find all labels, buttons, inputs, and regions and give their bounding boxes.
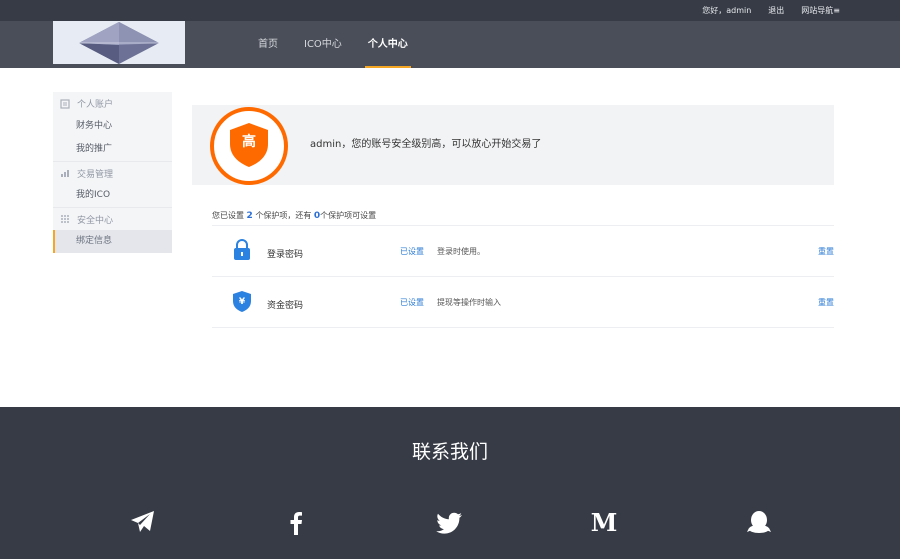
site-logo[interactable] bbox=[53, 21, 185, 64]
summary-set-count: 2 bbox=[246, 211, 253, 221]
list-item: 登录密码 已设置 登录时使用。 重置 bbox=[212, 226, 834, 277]
logout-link[interactable]: 退出 bbox=[768, 5, 784, 16]
svg-text:M: M bbox=[591, 508, 618, 536]
chart-icon bbox=[60, 168, 70, 178]
main-header: 首页 ICO中心 个人中心 bbox=[0, 21, 900, 68]
main-nav: 首页 ICO中心 个人中心 bbox=[258, 21, 434, 68]
security-item-desc: 提现等操作时输入 bbox=[437, 298, 501, 307]
document-icon bbox=[60, 98, 70, 109]
sidebar-group-account: 个人账户 bbox=[53, 92, 172, 115]
summary-suffix: 个保护项可设置 bbox=[320, 211, 377, 220]
footer: 联系我们 M bbox=[0, 407, 900, 559]
summary-prefix: 您已设置 bbox=[212, 211, 244, 220]
reset-fund-password-link[interactable]: 重置 bbox=[818, 297, 834, 308]
sidebar-group-label: 交易管理 bbox=[77, 169, 114, 180]
sidebar-item-my-ico[interactable]: 我的ICO bbox=[53, 184, 172, 207]
sidebar: 个人账户 财务中心 我的推广 交易管理 我的ICO 安全中心 绑定信息 bbox=[53, 92, 172, 253]
security-message: admin，您的账号安全级别高，可以放心开始交易了 bbox=[310, 139, 542, 150]
security-item-status: 已设置 bbox=[400, 247, 424, 256]
reset-login-password-link[interactable]: 重置 bbox=[818, 246, 834, 257]
sidebar-item-binding-info[interactable]: 绑定信息 bbox=[53, 230, 172, 253]
medium-icon[interactable]: M bbox=[590, 508, 618, 537]
security-item-name: 登录密码 bbox=[267, 250, 304, 260]
security-item-status: 已设置 bbox=[400, 298, 424, 307]
nav-personal-center[interactable]: 个人中心 bbox=[364, 21, 411, 68]
sidebar-group-label: 安全中心 bbox=[77, 215, 114, 226]
nav-ico-center[interactable]: ICO中心 bbox=[304, 21, 342, 68]
telegram-icon[interactable] bbox=[128, 508, 156, 536]
security-items-list: 登录密码 已设置 登录时使用。 重置 ¥ 资金密码 已设置 提现等操作时输入 重… bbox=[212, 225, 834, 328]
grid-icon bbox=[60, 214, 70, 224]
security-level-banner: 高 admin，您的账号安全级别高，可以放心开始交易了 bbox=[192, 105, 834, 185]
security-level-badge: 高 bbox=[210, 107, 288, 185]
contact-us-title: 联系我们 bbox=[411, 441, 488, 463]
protection-summary: 您已设置 2 个保护项，还有 0个保护项可设置 bbox=[212, 210, 376, 221]
sidebar-group-label: 个人账户 bbox=[77, 100, 114, 110]
nav-home[interactable]: 首页 bbox=[258, 21, 278, 68]
security-item-name: 资金密码 bbox=[267, 301, 304, 311]
summary-mid: 个保护项，还有 bbox=[255, 211, 312, 220]
svg-text:¥: ¥ bbox=[239, 297, 246, 307]
site-nav-link[interactable]: 网站导航≡ bbox=[801, 5, 840, 16]
facebook-icon[interactable] bbox=[282, 508, 310, 536]
sidebar-item-promotion[interactable]: 我的推广 bbox=[53, 138, 172, 161]
lock-icon bbox=[232, 239, 252, 261]
greeting-link[interactable]: 您好，admin bbox=[702, 5, 751, 16]
security-item-desc: 登录时使用。 bbox=[437, 247, 485, 256]
twitter-icon[interactable] bbox=[436, 508, 464, 536]
sidebar-group-trade: 交易管理 bbox=[53, 161, 172, 184]
sidebar-group-security: 安全中心 bbox=[53, 207, 172, 230]
top-links: 您好，admin 退出 网站导航≡ bbox=[702, 0, 840, 21]
top-utility-bar: 您好，admin 退出 网站导航≡ bbox=[0, 0, 900, 21]
security-level-text: 高 bbox=[242, 134, 256, 150]
list-item: ¥ 资金密码 已设置 提现等操作时输入 重置 bbox=[212, 277, 834, 328]
yuan-shield-icon: ¥ bbox=[232, 290, 252, 312]
qq-icon[interactable] bbox=[745, 508, 773, 536]
sidebar-item-finance[interactable]: 财务中心 bbox=[53, 115, 172, 138]
